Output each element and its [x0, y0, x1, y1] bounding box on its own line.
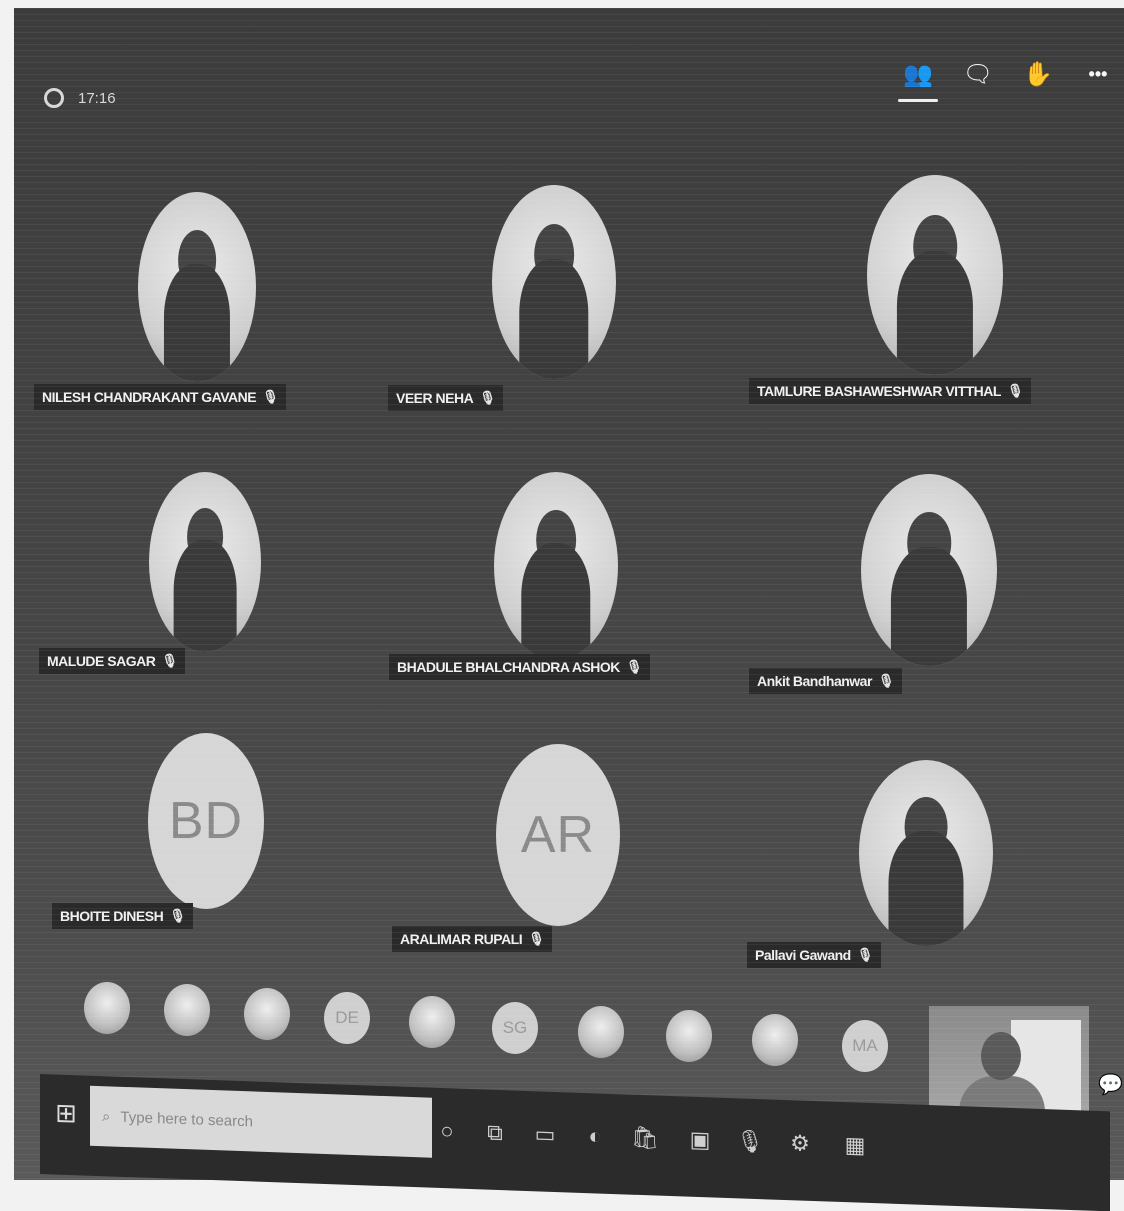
- elapsed-time: 17:16: [78, 89, 116, 107]
- more-options-button[interactable]: •••: [1082, 54, 1114, 94]
- overflow-participant[interactable]: MA: [842, 1020, 888, 1072]
- meeting-top-bar: 17:16 👥 🗨 ✋ •••: [14, 8, 1124, 128]
- participant-name-tag: Pallavi Gawand 🎙: [747, 942, 881, 968]
- overflow-participant[interactable]: [409, 996, 455, 1048]
- mic-muted-icon: 🎙: [1006, 383, 1024, 398]
- participant-name-tag: BHOITE DINESH 🎙: [52, 903, 194, 929]
- raise-hand-icon: ✋: [1023, 60, 1053, 88]
- overflow-participant[interactable]: DE: [324, 992, 370, 1044]
- participants-button[interactable]: 👥: [898, 54, 938, 102]
- participant-name-tag: Ankit Bandhanwar 🎙: [749, 668, 902, 694]
- windows-logo-icon: ⊞: [55, 1097, 77, 1128]
- more-options-icon: •••: [1088, 63, 1108, 84]
- search-icon: ⌕: [102, 1107, 111, 1125]
- participant-name: TAMLURE BASHAWESHWAR VITTHAL: [757, 383, 1001, 399]
- participant-tile[interactable]: MALUDE SAGAR 🎙: [39, 468, 369, 718]
- browser-icon[interactable]: ◐: [580, 1121, 610, 1152]
- raise-hand-button[interactable]: ✋: [1022, 54, 1054, 94]
- avatar-initials: DE: [335, 1008, 359, 1027]
- cortana-icon[interactable]: ○: [432, 1116, 462, 1147]
- microphone-icon[interactable]: 🎙: [735, 1126, 765, 1157]
- participant-avatar: [492, 185, 616, 379]
- participant-avatar: BD: [148, 733, 264, 909]
- overflow-participant[interactable]: SG: [492, 1002, 538, 1054]
- start-button[interactable]: ⊞: [48, 1094, 84, 1131]
- overflow-participant[interactable]: [244, 988, 290, 1040]
- store-icon[interactable]: 🛍: [630, 1123, 660, 1154]
- chat-icon: 🗨: [962, 60, 994, 88]
- participant-tile[interactable]: TAMLURE BASHAWESHWAR VITTHAL 🎙: [749, 173, 1079, 423]
- participant-avatar: [861, 474, 997, 666]
- participant-tile[interactable]: AR ARALIMAR RUPALI 🎙: [392, 744, 722, 994]
- participant-name-tag: NILESH CHANDRAKANT GAVANE 🎙: [34, 384, 287, 410]
- avatar-initials: MA: [852, 1036, 878, 1055]
- participant-avatar: [149, 472, 261, 652]
- participant-name: BHADULE BHALCHANDRA ASHOK: [397, 659, 620, 675]
- mic-muted-icon: 🎙: [479, 390, 496, 405]
- participant-avatar: [138, 192, 256, 382]
- recording-status-icon: [44, 88, 64, 108]
- meeting-actions: 👥 🗨 ✋ •••: [898, 54, 1114, 102]
- participant-name-tag: VEER NEHA 🎙: [388, 385, 504, 411]
- mic-muted-icon: 🎙: [877, 673, 895, 688]
- settings-icon[interactable]: ⚙: [785, 1128, 815, 1159]
- photos-icon[interactable]: ▣: [685, 1125, 715, 1156]
- participant-name-tag: BHADULE BHALCHANDRA ASHOK 🎙: [389, 654, 650, 680]
- participant-name: NILESH CHANDRAKANT GAVANE: [42, 389, 257, 405]
- meeting-timer: 17:16: [44, 88, 116, 108]
- chat-bubble-icon: 💬: [1098, 1074, 1123, 1096]
- participants-icon: 👥: [903, 60, 933, 88]
- participant-name: ARALIMAR RUPALI: [400, 931, 523, 947]
- task-view-icon[interactable]: ⧉: [480, 1117, 510, 1148]
- mic-muted-icon: 🎙: [262, 389, 279, 404]
- participant-name-tag: MALUDE SAGAR 🎙: [39, 648, 186, 674]
- participant-name: MALUDE SAGAR: [47, 653, 156, 669]
- meeting-window: 17:16 👥 🗨 ✋ ••• NILESH CHANDRAKANT GAVAN…: [14, 8, 1124, 1180]
- participant-tile[interactable]: BD BHOITE DINESH 🎙: [52, 733, 382, 983]
- overflow-participant[interactable]: [666, 1010, 712, 1062]
- participant-name: BHOITE DINESH: [60, 908, 164, 924]
- participant-name: VEER NEHA: [396, 390, 474, 406]
- mic-muted-icon: 🎙: [856, 947, 874, 962]
- mic-muted-icon: 🎙: [169, 908, 186, 923]
- mic-muted-icon: 🎙: [161, 653, 178, 668]
- file-explorer-icon[interactable]: ▭: [530, 1119, 560, 1150]
- avatar-initials: SG: [502, 1018, 528, 1037]
- participant-avatar: [867, 175, 1003, 375]
- taskbar-search-box[interactable]: ⌕ Type here to search: [90, 1085, 432, 1158]
- participant-avatar: AR: [496, 744, 620, 926]
- participant-tile[interactable]: BHADULE BHALCHANDRA ASHOK 🎙: [389, 468, 719, 718]
- chat-button[interactable]: 🗨: [962, 54, 994, 94]
- overflow-participant[interactable]: [752, 1014, 798, 1066]
- participant-name: Pallavi Gawand: [755, 947, 851, 963]
- participant-avatar: [494, 472, 618, 660]
- overflow-participant[interactable]: [164, 984, 210, 1036]
- avatar-initials: BD: [168, 792, 244, 850]
- avatar-initials: AR: [520, 806, 596, 864]
- overflow-participant[interactable]: [84, 982, 130, 1034]
- participant-name-tag: ARALIMAR RUPALI 🎙: [392, 926, 553, 952]
- participant-tile[interactable]: VEER NEHA 🎙: [384, 183, 714, 433]
- search-placeholder: Type here to search: [120, 1108, 253, 1130]
- teams-icon[interactable]: ▦: [840, 1130, 870, 1161]
- mic-muted-icon: 🎙: [625, 659, 643, 674]
- participant-tile[interactable]: Ankit Bandhanwar 🎙: [749, 470, 1079, 720]
- chat-bubble-button[interactable]: 💬: [1098, 1072, 1123, 1097]
- participant-name: Ankit Bandhanwar: [757, 673, 872, 689]
- mic-muted-icon: 🎙: [528, 931, 545, 946]
- overflow-participant[interactable]: [578, 1006, 624, 1058]
- participant-avatar: [859, 760, 993, 946]
- participant-name-tag: TAMLURE BASHAWESHWAR VITTHAL 🎙: [749, 378, 1031, 404]
- participant-tile[interactable]: NILESH CHANDRAKANT GAVANE 🎙: [34, 188, 364, 438]
